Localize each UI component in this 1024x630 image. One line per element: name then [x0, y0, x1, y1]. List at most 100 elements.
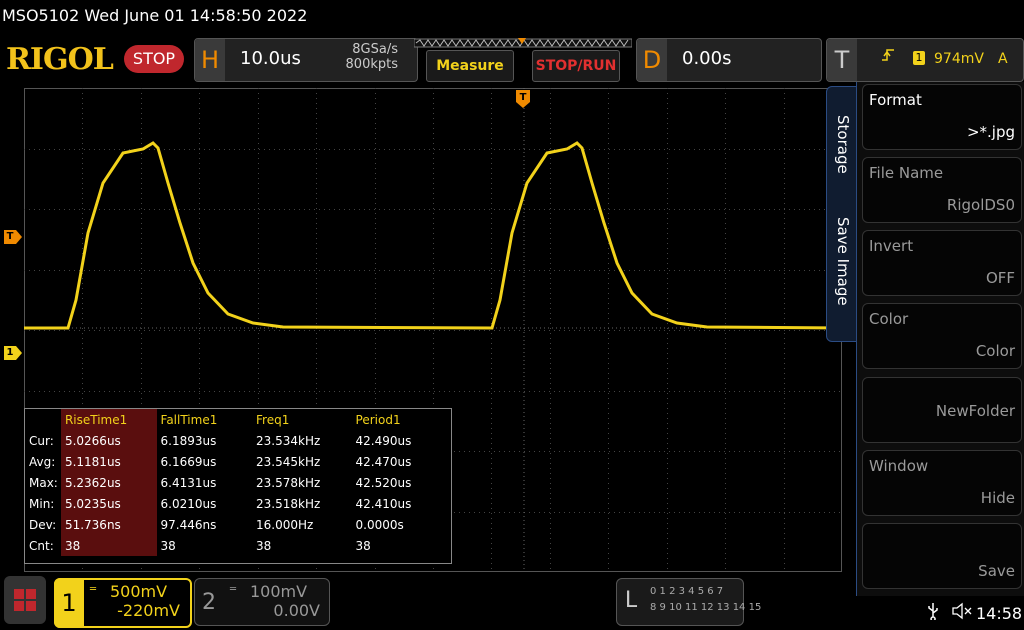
table-cell: 42.520us	[355, 475, 412, 490]
menu-item-value: Hide	[980, 489, 1015, 507]
model-datetime: MSO5102 Wed June 01 14:58:50 2022	[2, 6, 308, 25]
menu-item-label: Format	[869, 91, 922, 109]
menu-item-value: NewFolder	[935, 402, 1015, 420]
menu-item-label: Color	[869, 310, 909, 328]
channel-2-number: 2	[202, 590, 216, 615]
horizontal-letter: H	[195, 39, 225, 81]
channel-2-offset: 0.00V	[273, 601, 320, 620]
menu-item-save[interactable]: Save	[862, 523, 1022, 589]
table-cell: 16.000Hz	[256, 517, 314, 532]
dc-coupling-icon: ═	[90, 584, 97, 595]
brand-logo: RIGOL	[6, 42, 114, 77]
trigger-letter: T	[827, 39, 857, 81]
row-label: Dev:	[29, 517, 57, 532]
table-cell: 5.1181us	[60, 451, 157, 472]
header-period: Period1	[355, 412, 401, 427]
measure-button[interactable]: Measure	[426, 50, 514, 82]
table-cell: 5.0235us	[60, 493, 157, 514]
table-cell: 38	[60, 535, 157, 556]
trigger-position-label: T	[519, 92, 527, 103]
menu-item-window[interactable]: Window Hide	[862, 450, 1022, 516]
table-cell: 38	[355, 538, 371, 553]
menu-item-file-name[interactable]: File Name RigolDS0	[862, 157, 1022, 223]
logic-letter: L	[624, 588, 638, 613]
tab-storage[interactable]: Storage	[834, 115, 852, 174]
menu-item-value: RigolDS0	[946, 196, 1015, 214]
table-cell: 97.446ns	[160, 517, 217, 532]
memory-position-strip	[414, 38, 632, 48]
table-cell: 23.578kHz	[256, 475, 321, 490]
trigger-source: 1	[913, 51, 925, 65]
table-cell: 42.470us	[355, 454, 412, 469]
menu-item-format[interactable]: Format >*.jpg	[862, 84, 1022, 150]
channel-1-ground-label: 1	[6, 347, 14, 358]
menu-item-value: Save	[978, 562, 1015, 580]
menu-item-label: File Name	[869, 164, 944, 182]
table-cell: 38	[256, 538, 272, 553]
stop-run-button[interactable]: STOP/RUN	[532, 50, 620, 82]
menu-item-invert[interactable]: Invert OFF	[862, 230, 1022, 296]
table-cell: 5.2362us	[60, 472, 157, 493]
trigger-panel[interactable]: T	[826, 38, 1024, 82]
table-cell: 23.545kHz	[256, 454, 321, 469]
grid-menu-icon	[14, 589, 36, 611]
dc-coupling-icon: ═	[230, 584, 237, 595]
logic-channels-row-1: 0 1 2 3 4 5 6 7	[650, 586, 724, 597]
sample-rate: 8GSa/s	[352, 42, 398, 57]
menu-item-new-folder[interactable]: NewFolder	[862, 377, 1022, 443]
menu-item-color[interactable]: Color Color	[862, 303, 1022, 369]
trigger-level: 974mV	[934, 51, 984, 67]
header-falltime: FallTime1	[160, 412, 218, 427]
timebase-value: 10.0us	[240, 48, 301, 69]
logic-channels-row-2: 8 9 10 11 12 13 14 15	[650, 602, 762, 613]
table-row: Avg: 5.1181us 6.1669us 23.545kHz 42.470u…	[25, 451, 451, 472]
table-cell: 0.0000s	[355, 517, 404, 532]
measurement-table[interactable]: RiseTime1 FallTime1 Freq1 Period1 Cur: 5…	[24, 408, 452, 564]
menu-item-label: Invert	[869, 237, 914, 255]
table-cell: 5.0266us	[60, 430, 157, 451]
header-risetime: RiseTime1	[60, 409, 157, 430]
run-state-badge[interactable]: STOP	[124, 45, 184, 73]
rising-edge-icon	[881, 48, 895, 66]
channel-1-offset: -220mV	[117, 601, 180, 620]
measurement-header-row: RiseTime1 FallTime1 Freq1 Period1	[25, 409, 451, 430]
table-cell: 51.736ns	[60, 514, 157, 535]
table-cell: 42.490us	[355, 433, 412, 448]
table-cell: 23.518kHz	[256, 496, 321, 511]
usb-icon	[926, 602, 940, 624]
header-freq: Freq1	[256, 412, 290, 427]
row-label: Min:	[29, 496, 55, 511]
table-row: Min: 5.0235us 6.0210us 23.518kHz 42.410u…	[25, 493, 451, 514]
table-row: Max: 5.2362us 6.4131us 23.578kHz 42.520u…	[25, 472, 451, 493]
delay-letter: D	[637, 39, 667, 81]
tab-save-image[interactable]: Save Image	[834, 217, 852, 306]
trigger-mode: A	[998, 51, 1008, 67]
delay-value: 0.00s	[682, 48, 732, 69]
table-cell: 6.1893us	[160, 433, 217, 448]
storage-side-tab[interactable]: Storage Save Image	[826, 86, 860, 342]
channel-1-scale: 500mV	[110, 582, 168, 601]
menu-item-value: >*.jpg	[966, 123, 1015, 141]
table-cell: 42.410us	[355, 496, 412, 511]
table-row: Cur: 5.0266us 6.1893us 23.534kHz 42.490u…	[25, 430, 451, 451]
channel-1-number: 1	[54, 578, 84, 628]
memory-depth: 800kpts	[345, 57, 398, 72]
channel-2-scale: 100mV	[250, 582, 308, 601]
speaker-muted-icon[interactable]	[952, 602, 972, 624]
menu-item-value: OFF	[985, 269, 1015, 287]
title-bar: MSO5102 Wed June 01 14:58:50 2022	[0, 0, 1024, 32]
menu-item-value: Color	[975, 342, 1015, 360]
table-cell: 6.0210us	[160, 496, 217, 511]
trigger-level-label: T	[6, 231, 14, 242]
home-button[interactable]	[4, 576, 46, 624]
row-label: Cnt:	[29, 538, 54, 553]
table-cell: 23.534kHz	[256, 433, 321, 448]
table-row: Dev: 51.736ns 97.446ns 16.000Hz 0.0000s	[25, 514, 451, 535]
row-label: Avg:	[29, 454, 56, 469]
table-row: Cnt: 38 38 38 38	[25, 535, 451, 556]
row-label: Cur:	[29, 433, 54, 448]
table-cell: 38	[160, 538, 176, 553]
table-cell: 6.4131us	[160, 475, 217, 490]
status-clock: 14:58	[976, 604, 1023, 623]
channel-1-trace	[24, 141, 842, 330]
